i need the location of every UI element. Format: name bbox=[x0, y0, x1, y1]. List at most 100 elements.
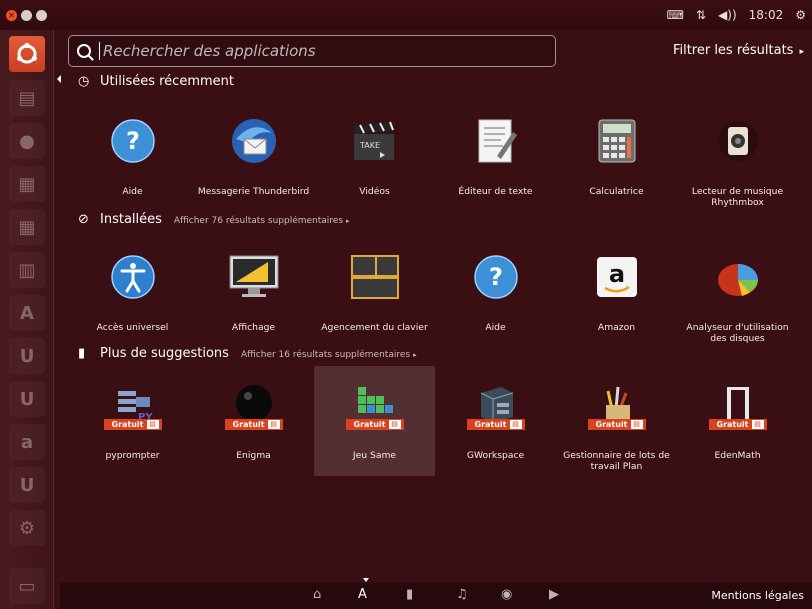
calculator-icon bbox=[588, 112, 646, 170]
videos-lens-icon[interactable]: ▶ bbox=[549, 587, 559, 602]
active-lens-marker bbox=[363, 578, 369, 582]
search-bar[interactable] bbox=[68, 35, 556, 67]
app-label: Accès universel bbox=[96, 322, 169, 333]
app-tile-plan[interactable]: Gratuit ▤ Gestionnaire de lots de travail… bbox=[556, 366, 677, 476]
ubuntu-one-launcher-icon[interactable]: U bbox=[9, 338, 45, 374]
system-tray: ⌨ ⇅ ◀)) 18:02 ⚙ bbox=[667, 0, 806, 30]
app-tile-aide-2[interactable]: ? Aide bbox=[435, 238, 556, 348]
launcher: ▤ ● ▦ ▦ ▥ A U U a U ⚙ ▭ bbox=[0, 30, 61, 609]
app-tile-calculator[interactable]: Calculatrice bbox=[556, 102, 677, 212]
section-installed: ⊘ Installées Afficher 76 résultats suppl… bbox=[78, 212, 350, 227]
writer-launcher-icon[interactable]: ▦ bbox=[9, 166, 45, 202]
app-tile-gworkspace[interactable]: Gratuit ▤ GWorkspace bbox=[435, 366, 556, 476]
close-icon[interactable]: ✕ bbox=[6, 9, 17, 21]
chevron-right-icon: ▸ bbox=[413, 351, 417, 359]
app-tile-rhythmbox[interactable]: Lecteur de musique Rhythmbox bbox=[677, 102, 798, 212]
app-tile-disk-usage[interactable]: Analyseur d'utilisation des disques bbox=[677, 238, 798, 348]
show-more-suggestions-link[interactable]: Afficher 16 résultats supplémentaires ▸ bbox=[241, 350, 417, 360]
volume-icon[interactable]: ◀)) bbox=[718, 8, 737, 22]
suggested-apps-row: PY Gratuit ▤ pyprompter Gratuit ▤ Enigma G… bbox=[72, 366, 800, 476]
app-label: Messagerie Thunderbird bbox=[197, 186, 310, 197]
dash-home-button[interactable] bbox=[9, 36, 45, 72]
legal-notices-link[interactable]: Mentions légales bbox=[711, 589, 804, 602]
files-launcher-icon[interactable]: ▤ bbox=[9, 80, 45, 116]
impress-launcher-icon[interactable]: ▥ bbox=[9, 252, 45, 288]
app-label: Jeu Same bbox=[352, 450, 397, 461]
maximize-icon[interactable] bbox=[36, 9, 47, 21]
app-tile-display[interactable]: Affichage bbox=[193, 238, 314, 348]
search-input[interactable] bbox=[99, 42, 539, 60]
badge-label: Gratuit bbox=[716, 420, 749, 429]
svg-text:a: a bbox=[608, 260, 624, 288]
app-tile-pyprompter[interactable]: PY Gratuit ▤ pyprompter bbox=[72, 366, 193, 476]
badge-label: Gratuit bbox=[232, 420, 265, 429]
firefox-launcher-icon[interactable]: ● bbox=[9, 123, 45, 159]
badge-label: Gratuit bbox=[111, 420, 144, 429]
svg-text:?: ? bbox=[489, 263, 503, 291]
badge-label: Gratuit bbox=[474, 420, 507, 429]
help-icon: ? bbox=[467, 248, 525, 306]
ubuntu-one-music-launcher-icon[interactable]: U bbox=[9, 467, 45, 503]
section-title: Installées bbox=[100, 212, 162, 227]
price-tag-icon: ▤ bbox=[146, 420, 159, 429]
app-tile-thunderbird[interactable]: Messagerie Thunderbird bbox=[193, 102, 314, 212]
app-label: Vidéos bbox=[359, 186, 390, 197]
text-editor-icon bbox=[467, 112, 525, 170]
network-icon[interactable]: ⇅ bbox=[696, 8, 706, 22]
checkmark-circle-icon: ⊘ bbox=[78, 212, 89, 227]
speaker-icon bbox=[709, 112, 767, 170]
minimize-icon[interactable] bbox=[21, 9, 32, 21]
files-lens-icon[interactable]: ▮ bbox=[406, 587, 413, 602]
app-label: Agencement du clavier bbox=[321, 322, 428, 333]
window-controls: ✕ bbox=[0, 9, 47, 21]
trash-launcher-icon[interactable]: ▭ bbox=[9, 568, 45, 604]
badge-label: Gratuit bbox=[595, 420, 628, 429]
chevron-right-icon: ▸ bbox=[346, 217, 350, 225]
app-tile-amazon[interactable]: a Amazon bbox=[556, 238, 677, 348]
software-center-launcher-icon[interactable]: U bbox=[9, 381, 45, 417]
help-icon: ? bbox=[104, 112, 162, 170]
app-tile-enigma[interactable]: Gratuit ▤ Enigma bbox=[193, 366, 314, 476]
music-lens-icon[interactable]: ♫ bbox=[456, 587, 468, 602]
app-tile-universal-access[interactable]: Accès universel bbox=[72, 238, 193, 348]
recent-apps-row: ? Aide Messagerie Thunderbird TAKE Vidéo… bbox=[72, 102, 800, 212]
show-more-installed-link[interactable]: Afficher 76 résultats supplémentaires ▸ bbox=[174, 216, 350, 226]
app-label: Aide bbox=[485, 322, 506, 333]
same-game-icon: Gratuit ▤ bbox=[345, 376, 404, 434]
free-badge: Gratuit ▤ bbox=[103, 419, 162, 430]
settings-launcher-icon[interactable]: ⚙ bbox=[9, 510, 45, 546]
show-more-label: Afficher 76 résultats supplémentaires bbox=[173, 216, 344, 226]
chevron-right-icon: ▸ bbox=[799, 47, 804, 57]
keyboard-icon[interactable]: ⌨ bbox=[667, 8, 684, 22]
photos-lens-icon[interactable]: ◉ bbox=[501, 587, 512, 602]
applications-lens-icon[interactable]: A bbox=[358, 587, 367, 602]
enigma-ball-icon: Gratuit ▤ bbox=[224, 376, 283, 434]
ubuntu-logo-icon bbox=[17, 42, 37, 64]
price-tag-icon: ▤ bbox=[388, 420, 401, 429]
amazon-launcher-icon[interactable]: a bbox=[9, 424, 45, 460]
edenmath-icon: Gratuit ▤ bbox=[708, 376, 767, 434]
thunderbird-icon bbox=[225, 112, 283, 170]
app-tile-edenmath[interactable]: Gratuit ▤ EdenMath bbox=[677, 366, 798, 476]
app-tile-aide[interactable]: ? Aide bbox=[72, 102, 193, 212]
filter-results-label: Filtrer les résultats bbox=[672, 43, 794, 58]
calc-launcher-icon[interactable]: ▦ bbox=[9, 209, 45, 245]
app-label: Lecteur de musique Rhythmbox bbox=[691, 186, 784, 208]
home-lens-icon[interactable]: ⌂ bbox=[313, 587, 321, 602]
badge-label: Gratuit bbox=[353, 420, 386, 429]
clock[interactable]: 18:02 bbox=[749, 8, 784, 22]
app-label: GWorkspace bbox=[466, 450, 525, 461]
app-tile-videos[interactable]: TAKE Vidéos bbox=[314, 102, 435, 212]
price-tag-icon: ▤ bbox=[267, 420, 280, 429]
filter-results-button[interactable]: Filtrer les résultats ▸ bbox=[673, 43, 804, 58]
gear-icon[interactable]: ⚙ bbox=[795, 8, 806, 22]
app-tile-keyboard-layout[interactable]: Agencement du clavier bbox=[314, 238, 435, 348]
keyboard-layout-icon bbox=[346, 248, 404, 306]
free-badge: Gratuit ▤ bbox=[466, 419, 525, 430]
app-label: pyprompter bbox=[105, 450, 160, 461]
app-tile-same-game[interactable]: Gratuit ▤ Jeu Same bbox=[314, 366, 435, 476]
app-tile-text-editor[interactable]: Éditeur de texte bbox=[435, 102, 556, 212]
section-suggestions: ▮ Plus de suggestions Afficher 16 résult… bbox=[78, 346, 417, 361]
section-title: Utilisées récemment bbox=[100, 74, 234, 89]
font-launcher-icon[interactable]: A bbox=[9, 295, 45, 331]
